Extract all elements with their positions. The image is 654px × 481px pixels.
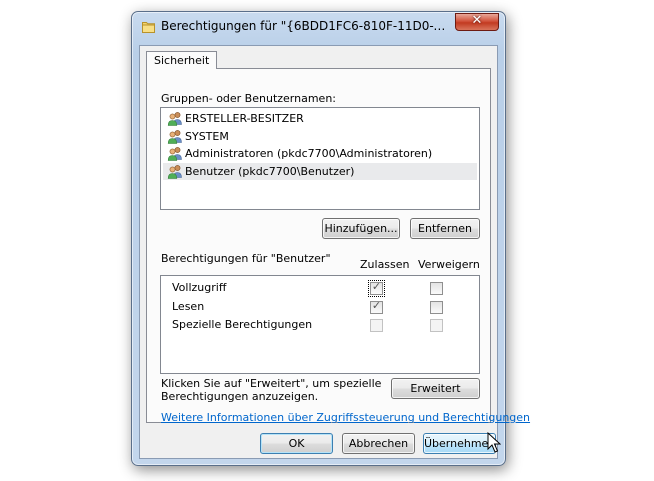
list-item[interactable]: SYSTEM bbox=[163, 128, 477, 145]
apply-button[interactable]: Übernehmen bbox=[423, 433, 496, 454]
dialog-title: Berechtigungen für "{6BDD1FC6-810F-11D0-… bbox=[161, 19, 451, 33]
groups-label: Gruppen- oder Benutzernamen: bbox=[161, 92, 337, 105]
allow-checkbox bbox=[370, 319, 383, 332]
tab-security[interactable]: Sicherheit bbox=[146, 51, 218, 69]
cancel-button[interactable]: Abbrechen bbox=[342, 433, 415, 454]
mouse-cursor-icon bbox=[487, 432, 501, 453]
advanced-hint-line2: Berechtigungen anzuzeigen. bbox=[161, 390, 319, 403]
advanced-hint-line1: Klicken Sie auf "Erweitert", um speziell… bbox=[161, 377, 382, 390]
remove-button[interactable]: Entfernen bbox=[410, 218, 480, 239]
list-item-label: SYSTEM bbox=[185, 129, 229, 143]
permission-name: Vollzugriff bbox=[172, 281, 227, 294]
close-button[interactable]: ✕ bbox=[455, 13, 499, 31]
checkmark-icon: ✓ bbox=[371, 280, 382, 293]
list-item[interactable]: ERSTELLER-BESITZER bbox=[163, 110, 477, 127]
users-icon bbox=[167, 164, 183, 179]
list-item-label: ERSTELLER-BESITZER bbox=[185, 112, 304, 125]
allow-checkbox[interactable]: ✓ bbox=[368, 280, 385, 297]
dialog-client-area: Sicherheit Gruppen- oder Benutzernamen: … bbox=[139, 45, 530, 459]
permission-row: Lesen ✓ bbox=[161, 298, 479, 316]
title-bar[interactable]: Berechtigungen für "{6BDD1FC6-810F-11D0-… bbox=[132, 12, 505, 40]
groups-listbox[interactable]: ERSTELLER-BESITZER SYSTEM Administratoren … bbox=[160, 107, 480, 210]
advanced-button[interactable]: Erweitert bbox=[391, 378, 480, 399]
permissions-dialog: Berechtigungen für "{6BDD1FC6-810F-11D0-… bbox=[131, 11, 530, 466]
deny-checkbox bbox=[430, 319, 443, 332]
list-item-label: Benutzer (pkdc7700\Benutzer) bbox=[185, 164, 355, 178]
ok-button[interactable]: OK bbox=[260, 433, 333, 454]
list-item-label: Administratoren (pkdc7700\Administratore… bbox=[185, 147, 433, 160]
permissions-label: Berechtigungen für "Benutzer" bbox=[161, 252, 331, 265]
users-icon bbox=[167, 111, 183, 126]
list-item[interactable]: Benutzer (pkdc7700\Benutzer) bbox=[163, 162, 477, 180]
folder-icon bbox=[142, 22, 155, 33]
add-button[interactable]: Hinzufügen... bbox=[322, 218, 400, 239]
users-icon bbox=[167, 129, 183, 144]
deny-column-header: Verweigern bbox=[418, 258, 480, 271]
permission-row: Vollzugriff ✓ bbox=[161, 279, 479, 297]
allow-checkbox[interactable]: ✓ bbox=[370, 298, 383, 314]
list-item[interactable]: Administratoren (pkdc7700\Administratore… bbox=[163, 145, 477, 162]
permission-row: Spezielle Berechtigungen bbox=[161, 316, 479, 334]
permission-name: Lesen bbox=[172, 299, 205, 313]
more-info-link[interactable]: Weitere Informationen über Zugriffssteue… bbox=[161, 411, 530, 424]
checkmark-icon: ✓ bbox=[371, 298, 382, 312]
users-icon bbox=[167, 146, 183, 161]
allow-column-header: Zulassen bbox=[360, 258, 410, 271]
close-icon: ✕ bbox=[471, 13, 483, 28]
permission-name: Spezielle Berechtigungen bbox=[172, 318, 313, 331]
permissions-list: Vollzugriff ✓ Lesen ✓ Spezielle Berechtigung… bbox=[160, 275, 480, 374]
deny-checkbox[interactable] bbox=[430, 282, 443, 295]
deny-checkbox[interactable] bbox=[430, 300, 443, 314]
